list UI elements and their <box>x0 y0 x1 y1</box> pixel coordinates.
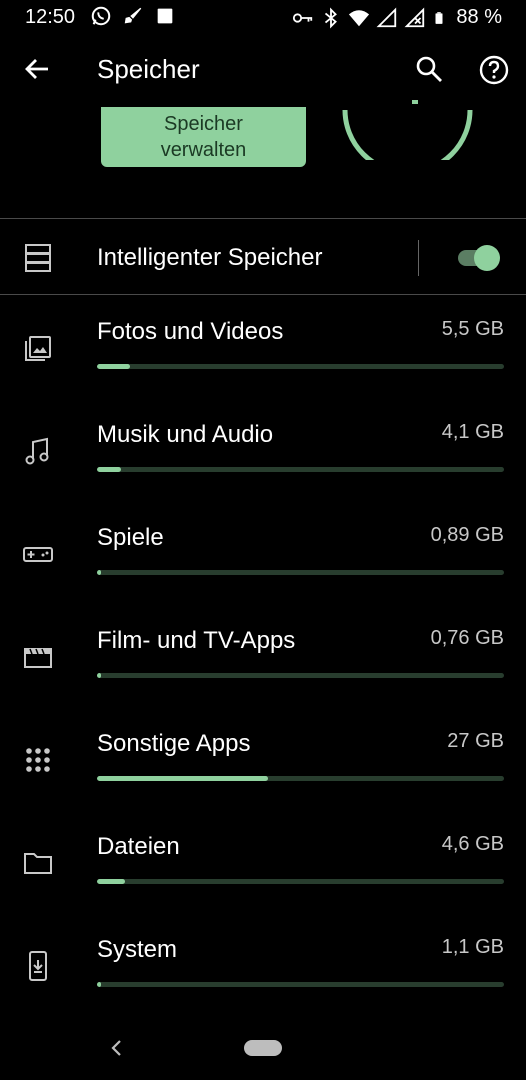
smart-storage-label: Intelligenter Speicher <box>97 244 323 271</box>
storage-icon <box>25 244 51 272</box>
item-label: Spiele <box>97 524 164 551</box>
smart-storage-toggle[interactable] <box>456 244 502 271</box>
usage-bar <box>97 364 504 369</box>
item-size: 5,5 GB <box>441 318 504 340</box>
wifi-icon <box>349 9 370 26</box>
gamepad-icon <box>23 547 53 562</box>
storage-item-photos[interactable]: Fotos und Videos 5,5 GB <box>0 304 526 407</box>
usage-bar-fill <box>97 776 268 781</box>
usage-bar-fill <box>97 879 126 884</box>
nav-back-icon[interactable] <box>106 1036 128 1060</box>
item-label: Dateien <box>97 833 180 860</box>
usage-bar <box>97 982 504 987</box>
system-phone-icon <box>29 951 47 981</box>
usage-bar <box>97 879 504 884</box>
item-size: 4,6 GB <box>441 833 504 855</box>
status-bar: 12:50 88 % <box>0 0 526 34</box>
usage-bar-fill <box>97 982 102 987</box>
storage-item-music[interactable]: Musik und Audio 4,1 GB <box>0 407 526 510</box>
toggle-thumb <box>474 245 500 271</box>
item-label: Fotos und Videos <box>97 318 284 345</box>
storage-item-games[interactable]: Spiele 0,89 GB <box>0 510 526 613</box>
item-size: 4,1 GB <box>441 421 504 443</box>
manage-label-line1: Speicher <box>164 113 243 135</box>
folder-icon <box>24 853 52 874</box>
storage-item-files[interactable]: Dateien 4,6 GB <box>0 819 526 922</box>
storage-ring-chart <box>342 100 473 160</box>
item-label: Sonstige Apps <box>97 730 251 757</box>
storage-item-other-apps[interactable]: Sonstige Apps 27 GB <box>0 716 526 819</box>
key-icon <box>293 12 313 23</box>
usage-bar <box>97 776 504 781</box>
arrow-back-icon[interactable] <box>20 52 54 86</box>
rocket-icon <box>124 7 142 24</box>
battery-icon <box>435 11 443 24</box>
signal-off-icon <box>404 7 425 27</box>
square-icon <box>157 8 173 24</box>
smart-storage-row[interactable]: Intelligenter Speicher <box>0 222 526 294</box>
usage-bar-fill <box>97 673 102 678</box>
item-size: 1,1 GB <box>441 936 504 958</box>
storage-item-movies[interactable]: Film- und TV-Apps 0,76 GB <box>0 613 526 716</box>
usage-bar <box>97 570 504 575</box>
usage-bar-fill <box>97 467 122 472</box>
item-label: Film- und TV-Apps <box>97 627 296 654</box>
apps-grid-icon <box>26 748 50 772</box>
help-icon[interactable] <box>478 54 510 86</box>
item-size: 0,76 GB <box>430 627 504 649</box>
item-size: 0,89 GB <box>430 524 504 546</box>
signal-icon <box>376 7 397 27</box>
item-label: Musik und Audio <box>97 421 274 448</box>
item-label: System <box>97 936 178 963</box>
page-title: Speicher <box>97 54 200 84</box>
manage-label-line2: verwalten <box>160 139 247 161</box>
status-time: 12:50 <box>25 6 76 28</box>
music-note-icon <box>25 437 49 465</box>
usage-bar <box>97 673 504 678</box>
usage-bar <box>97 467 504 472</box>
divider <box>0 218 526 219</box>
nav-home-pill[interactable] <box>244 1040 282 1056</box>
usage-bar-fill <box>97 364 130 369</box>
separator <box>418 240 419 276</box>
whatsapp-icon <box>91 6 111 26</box>
divider <box>0 294 526 295</box>
movie-icon <box>24 648 52 668</box>
photos-icon <box>25 336 51 361</box>
manage-storage-button[interactable]: Speicher verwalten <box>101 107 306 167</box>
usage-bar-fill <box>97 570 102 575</box>
item-size: 27 GB <box>447 730 504 752</box>
storage-item-system[interactable]: System 1,1 GB <box>0 922 526 1025</box>
bluetooth-icon <box>325 7 338 28</box>
battery-percentage: 88 % <box>456 6 502 28</box>
